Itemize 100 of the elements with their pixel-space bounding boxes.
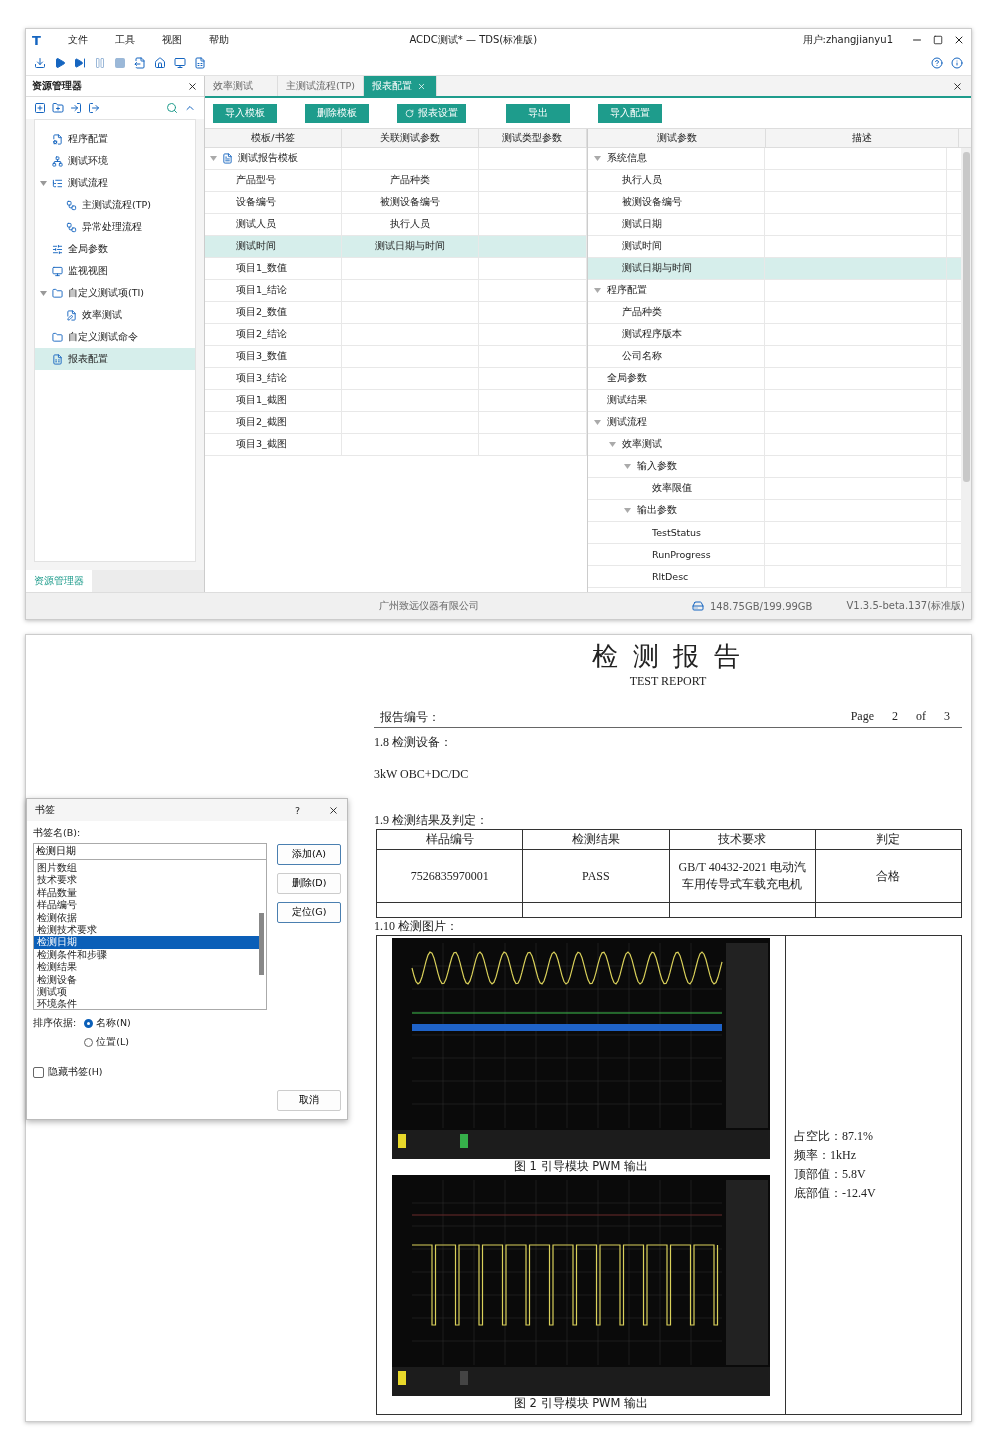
menu-item[interactable]: 工具 [115, 33, 135, 47]
import-icon[interactable] [70, 102, 82, 114]
export-icon[interactable] [88, 102, 100, 114]
radio-option[interactable]: 位置(L) [84, 1036, 131, 1049]
menu-item[interactable]: 文件 [68, 33, 88, 47]
report-icon[interactable] [194, 57, 206, 69]
close-icon[interactable] [952, 80, 963, 92]
list-item[interactable]: 检测技术要求 [34, 923, 259, 937]
menu-item[interactable]: 视图 [162, 33, 182, 47]
stop-icon[interactable] [114, 57, 126, 69]
table-row[interactable]: 测试时间 [588, 236, 961, 258]
radio-option[interactable]: 名称(N) [84, 1017, 131, 1030]
dialog-button[interactable]: 定位(G) [277, 902, 341, 923]
tree-item[interactable]: 测试流程 [35, 172, 195, 194]
list-item[interactable]: 样品数量 [34, 886, 259, 900]
play-icon[interactable] [54, 57, 66, 69]
cancel-button[interactable]: 取消 [277, 1090, 341, 1111]
tree-item[interactable]: 测试环境 [35, 150, 195, 172]
help-icon[interactable] [931, 57, 943, 69]
list-item[interactable]: 检测结果 [34, 961, 259, 974]
table-row[interactable]: RltDesc [588, 566, 961, 588]
table-row[interactable]: 效率限值 [588, 478, 961, 500]
close-icon[interactable] [328, 804, 339, 816]
pause-icon[interactable] [94, 57, 106, 69]
step-icon[interactable] [74, 57, 86, 69]
list-item[interactable]: 测试项 [34, 985, 259, 999]
list-item[interactable]: 检测依据 [34, 911, 259, 924]
tree-item[interactable]: 报表配置 [35, 348, 195, 370]
panel-tab[interactable]: 资源管理器 [26, 570, 92, 592]
home-icon[interactable] [154, 57, 166, 69]
table-row[interactable]: 项目3_数值 [205, 346, 587, 368]
maximize-icon[interactable] [933, 35, 943, 45]
tree-item[interactable]: 全局参数 [35, 238, 195, 260]
list-item[interactable]: 检测条件和步骤 [34, 948, 259, 962]
collapse-arrow-icon[interactable] [609, 442, 616, 447]
collapse-arrow-icon[interactable] [624, 464, 631, 469]
close-icon[interactable] [187, 80, 198, 92]
table-row[interactable]: 测试报告模板 [205, 148, 587, 170]
table-row[interactable]: 产品型号 产品种类 [205, 170, 587, 192]
table-row[interactable]: 测试流程 [588, 412, 961, 434]
table-row[interactable]: 项目1_结论 [205, 280, 587, 302]
table-row[interactable]: 输出参数 [588, 500, 961, 522]
table-row[interactable]: 测试日期 [588, 214, 961, 236]
search-icon[interactable] [166, 102, 178, 114]
table-row[interactable]: 测试结果 [588, 390, 961, 412]
table-row[interactable]: 项目2_数值 [205, 302, 587, 324]
table-row[interactable]: 效率测试 [588, 434, 961, 456]
table-row[interactable]: 公司名称 [588, 346, 961, 368]
list-item[interactable]: 环境条件 [34, 998, 259, 1011]
table-row[interactable]: 测试人员 执行人员 [205, 214, 587, 236]
collapse-arrow-icon[interactable] [39, 180, 47, 186]
bookmark-name-field[interactable]: 检测日期 [33, 843, 267, 860]
hide-checkbox[interactable]: 隐藏书签(H) [33, 1066, 267, 1079]
table-row[interactable]: 项目1_数值 [205, 258, 587, 280]
list-item[interactable]: 图片数组 [34, 862, 259, 875]
list-item[interactable]: 技术要求 [34, 874, 259, 887]
table-row[interactable]: 测试日期与时间 [588, 258, 961, 280]
monitor-icon[interactable] [174, 57, 186, 69]
collapse-arrow-icon[interactable] [594, 420, 601, 425]
list-item[interactable]: 样品编号 [34, 899, 259, 912]
collapse-arrow-icon[interactable] [39, 290, 47, 296]
dialog-button[interactable]: 删除(D) [277, 873, 341, 894]
table-row[interactable]: RunProgress [588, 544, 961, 566]
table-row[interactable]: 测试时间 测试日期与时间 [205, 236, 587, 258]
tree-item[interactable]: 监视视图 [35, 260, 195, 282]
list-item[interactable]: 检测日期 [34, 936, 259, 949]
tree-item[interactable]: 自定义测试命令 [35, 326, 195, 348]
tree-item[interactable]: 程序配置 [35, 128, 195, 150]
table-row[interactable]: 项目2_截图 [205, 412, 587, 434]
list-item[interactable]: 检测设备 [34, 973, 259, 986]
table-row[interactable]: 全局参数 [588, 368, 961, 390]
collapse-arrow-icon[interactable] [210, 156, 217, 161]
menu-item[interactable]: 帮助 [209, 33, 229, 47]
table-row[interactable]: 项目1_截图 [205, 390, 587, 412]
table-row[interactable]: 产品种类 [588, 302, 961, 324]
tree-item[interactable]: 自定义测试项(TI) [35, 282, 195, 304]
tree-item[interactable]: 异常处理流程 [35, 216, 195, 238]
tab[interactable]: 效率测试 [205, 76, 278, 96]
table-row[interactable]: 执行人员 [588, 170, 961, 192]
dialog-button[interactable]: 添加(A) [277, 844, 341, 865]
add-folder-icon[interactable] [52, 102, 64, 114]
table-row[interactable]: 被测设备编号 [588, 192, 961, 214]
import-icon[interactable] [34, 57, 46, 69]
scrollbar[interactable] [961, 148, 971, 592]
help-button[interactable]: ? [294, 804, 300, 816]
collapse-arrow-icon[interactable] [624, 508, 631, 513]
table-row[interactable]: 项目2_结论 [205, 324, 587, 346]
table-row[interactable]: 输入参数 [588, 456, 961, 478]
collapse-arrow-icon[interactable] [594, 288, 601, 293]
table-row[interactable]: 设备编号 被测设备编号 [205, 192, 587, 214]
tab[interactable]: 主测试流程(TP) [278, 76, 364, 96]
document-icon[interactable] [134, 57, 146, 69]
bookmark-list[interactable]: 图片数组 技术要求 样品数量 样品编号 检测依据 检测技术要求 检测日期 检测条件和步骤 检测结果 检测设备 测试项 环境条件 [33, 860, 267, 1010]
table-row[interactable]: 项目3_截图 [205, 434, 587, 456]
table-row[interactable]: 系统信息 [588, 148, 961, 170]
tree-item[interactable]: 效率测试 [35, 304, 195, 326]
add-icon[interactable] [34, 102, 46, 114]
table-row[interactable]: 程序配置 [588, 280, 961, 302]
tree-item[interactable]: 主测试流程(TP) [35, 194, 195, 216]
info-icon[interactable] [951, 57, 963, 69]
